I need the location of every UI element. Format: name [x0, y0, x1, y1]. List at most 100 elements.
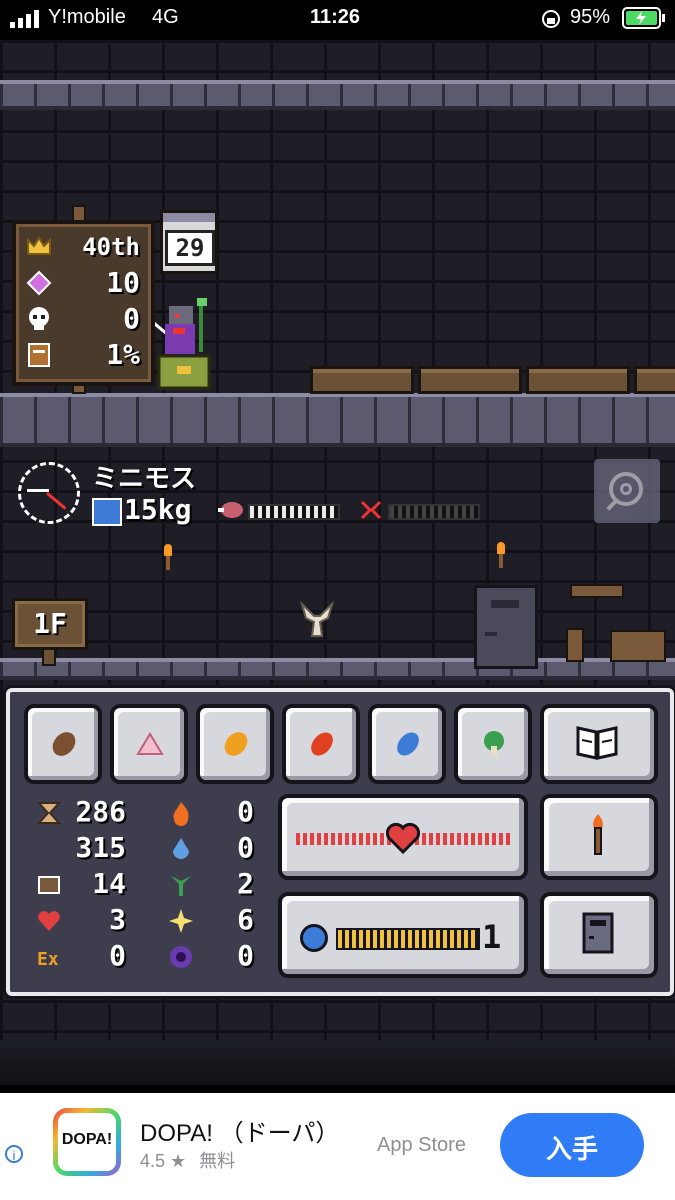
bench-3 [526, 366, 630, 394]
network-label: 4G [152, 6, 179, 28]
carrier-label: Y!mobile [48, 6, 126, 28]
claw-icon [38, 876, 60, 894]
food-slot-seed[interactable] [24, 704, 102, 784]
skull-icon [29, 307, 49, 330]
monster-name: ミニモス [92, 464, 197, 494]
food-slot-fish[interactable] [368, 704, 446, 784]
ad-app-logo[interactable]: DOPA! [53, 1108, 121, 1176]
heart-icon [386, 822, 420, 854]
stat-hp-value: 3 [109, 903, 126, 936]
stat-hunger: 286 [36, 796, 126, 828]
water-icon [173, 838, 189, 859]
door-button[interactable] [540, 892, 658, 978]
stat-hunger-max-value: 315 [75, 831, 126, 864]
dark-icon [170, 946, 192, 968]
scene-fade [0, 1040, 675, 1085]
book-percent-value: 1% [106, 338, 140, 371]
weight-value: 15kg [124, 493, 192, 526]
stat-water-value: 0 [237, 831, 254, 864]
torch-icon [593, 814, 603, 855]
crown-icon [27, 236, 51, 255]
heart-icon [38, 911, 60, 931]
battery-percent: 95% [570, 6, 611, 28]
exp-clock-icon [300, 924, 328, 952]
food-slot-pepper[interactable] [282, 704, 360, 784]
stat-hunger-max: 315 [36, 832, 126, 864]
ad-rating: 4.5 ★ 無料 [140, 1147, 235, 1173]
bench-2 [418, 366, 522, 394]
search-handle [606, 499, 618, 511]
floor-sign[interactable]: 1F [12, 598, 88, 650]
battery-icon [622, 7, 665, 29]
stat-attack-value: 14 [92, 867, 126, 900]
bench-4 [634, 366, 675, 394]
stat-light-value: 6 [237, 903, 254, 936]
plant-icon [171, 876, 191, 896]
food-slot-cake[interactable] [110, 704, 188, 784]
rotation-lock-icon [542, 10, 560, 28]
stat-light: 6 [168, 904, 254, 936]
exp-level: 1 [482, 918, 502, 956]
timer-clock-icon [18, 462, 80, 524]
rank-row: 40th [26, 232, 144, 262]
pepper-icon [311, 732, 333, 756]
door-handle [485, 632, 497, 636]
calendar-top [163, 213, 215, 222]
upper-floor [0, 393, 675, 447]
broccoli-icon [484, 731, 504, 756]
search-button[interactable] [594, 459, 660, 523]
calendar-day[interactable]: 29 [160, 210, 218, 274]
book-button[interactable] [540, 704, 658, 784]
stat-dark: 0 [168, 940, 254, 972]
ad-price: 無料 [199, 1151, 236, 1171]
ad-get-button[interactable]: 入手 [500, 1113, 644, 1177]
gems-value: 10 [106, 266, 140, 299]
top-ledge [0, 80, 675, 110]
chest [610, 630, 666, 662]
stat-exp-value: 0 [109, 939, 126, 972]
stat-fire: 0 [168, 796, 254, 828]
ad-rating-value: 4.5 ★ [140, 1151, 187, 1171]
stat-attack: 14 [36, 868, 126, 900]
book-icon [28, 343, 50, 367]
stat-plant-value: 2 [237, 867, 254, 900]
skulls-value: 0 [123, 302, 140, 335]
stats-sign[interactable]: 40th 10 0 1% [12, 220, 155, 386]
ad-title: DOPA! （ドーパ） [140, 1120, 340, 1147]
seed-icon [52, 732, 76, 756]
ad-info-icon[interactable]: i [5, 1145, 23, 1163]
ad-banner[interactable]: i DOPA! DOPA! （ドーパ） 4.5 ★ 無料 App Store 入… [0, 1093, 675, 1200]
creature-sprite[interactable] [298, 600, 336, 640]
health-button[interactable] [278, 794, 528, 880]
meat-icon [218, 502, 243, 518]
dungeon-door[interactable] [474, 585, 538, 669]
exp-icon: Ex [37, 949, 59, 970]
clock-hand [46, 492, 67, 510]
hero-wizard-sprite[interactable] [155, 298, 215, 390]
search-inner-ring [620, 483, 632, 495]
torch-button[interactable] [540, 794, 658, 880]
shelf [570, 584, 624, 598]
stat-dark-value: 0 [237, 939, 254, 972]
ad-store-label: App Store [377, 1134, 466, 1156]
gem-icon [26, 270, 52, 296]
status-bar: Y!mobile 4G 11:26 95% [0, 0, 675, 40]
clock-time: 11:26 [310, 6, 361, 28]
light-icon [169, 909, 193, 933]
anger-icon [360, 500, 382, 520]
exp-button[interactable]: 1 [278, 892, 528, 978]
stat-hunger-value: 286 [75, 795, 126, 828]
calendar-number: 29 [165, 230, 215, 266]
book-row: 1% [26, 340, 144, 370]
stool [566, 628, 584, 662]
orange-icon [224, 732, 248, 756]
meat-bar [248, 504, 340, 520]
gems-row: 10 [26, 268, 144, 298]
floor-sign-post [42, 648, 56, 666]
ad-get-label: 入手 [545, 1135, 598, 1165]
food-slot-orange[interactable] [196, 704, 274, 784]
stat-hp: 3 [36, 904, 126, 936]
bench-1 [310, 366, 414, 394]
skulls-row: 0 [26, 304, 144, 334]
food-slot-broccoli[interactable] [454, 704, 532, 784]
